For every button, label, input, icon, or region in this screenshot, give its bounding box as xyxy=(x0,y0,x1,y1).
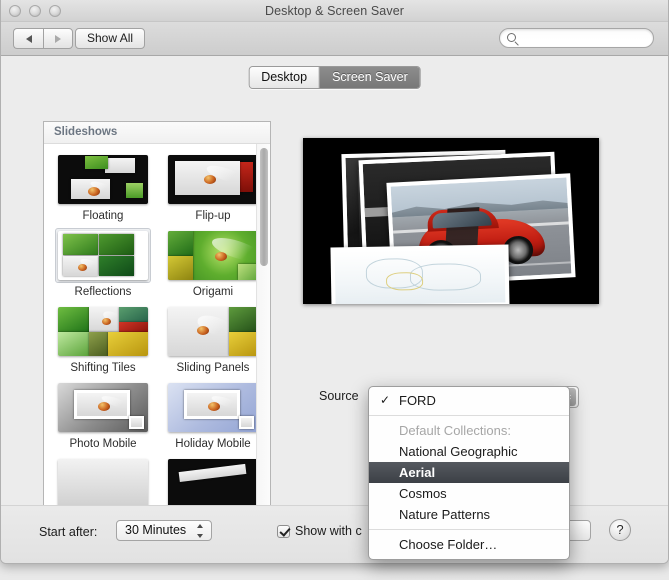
list-item-label: Shifting Tiles xyxy=(70,362,136,374)
window-titlebar[interactable]: Desktop & Screen Saver xyxy=(1,0,668,22)
holiday-mobile-thumbnail xyxy=(168,383,258,432)
list-item-partial-right[interactable] xyxy=(162,456,264,511)
tab-desktop[interactable]: Desktop xyxy=(249,67,321,88)
chevron-left-icon xyxy=(25,34,32,43)
forward-button[interactable] xyxy=(43,28,73,49)
show-with-clock-label: Show with c xyxy=(295,524,362,538)
list-item-label: Floating xyxy=(82,210,124,222)
menu-item-national-geographic[interactable]: National Geographic xyxy=(369,441,569,462)
start-after-value: 30 Minutes xyxy=(125,523,187,537)
floating-thumbnail xyxy=(58,155,148,204)
list-item-label: Origami xyxy=(192,286,234,298)
help-button[interactable]: ? xyxy=(609,519,631,541)
list-item-reflections[interactable]: Reflections xyxy=(52,228,154,298)
source-dropdown-menu[interactable]: ✓ FORD Default Collections: National Geo… xyxy=(368,386,570,560)
stepper-arrows-icon[interactable] xyxy=(197,524,204,538)
menu-header-default-collections: Default Collections: xyxy=(399,423,511,438)
list-item-partial-left[interactable] xyxy=(52,456,154,511)
chevron-right-icon xyxy=(55,34,61,43)
show-all-button[interactable]: Show All xyxy=(75,28,146,49)
show-with-clock-checkbox[interactable] xyxy=(277,524,290,538)
scrollbar-thumb[interactable] xyxy=(260,148,268,266)
flip-up-thumbnail xyxy=(168,155,258,204)
tab-screen-saver[interactable]: Screen Saver xyxy=(320,67,420,88)
list-item-label: Flip-up xyxy=(195,210,231,222)
window-toolbar: Show All xyxy=(1,22,668,56)
list-item-floating[interactable]: Floating xyxy=(52,152,154,222)
menu-separator xyxy=(369,415,569,416)
source-label: Source xyxy=(319,389,359,403)
menu-item-choose-folder[interactable]: Choose Folder… xyxy=(369,534,569,555)
screen-saver-grid: Floating Flip-up Reflections Origami Shi… xyxy=(44,144,270,511)
zoom-button[interactable] xyxy=(49,5,61,17)
menu-item-label: FORD xyxy=(399,393,436,408)
list-item-holiday-mobile[interactable]: Holiday Mobile xyxy=(162,380,264,450)
list-item-label: Photo Mobile xyxy=(69,438,137,450)
minimize-button[interactable] xyxy=(29,5,41,17)
shifting-tiles-thumbnail xyxy=(58,307,148,356)
close-button[interactable] xyxy=(9,5,21,17)
screen-saver-preview[interactable] xyxy=(303,138,599,304)
menu-separator xyxy=(369,529,569,530)
list-scrollbar[interactable] xyxy=(256,144,270,511)
list-item-sliding-panels[interactable]: Sliding Panels xyxy=(162,304,264,374)
menu-item-aerial[interactable]: Aerial xyxy=(369,462,569,483)
list-item-photo-mobile[interactable]: Photo Mobile xyxy=(52,380,154,450)
menu-item-nature-patterns[interactable]: Nature Patterns xyxy=(369,504,569,525)
list-item-shifting-tiles[interactable]: Shifting Tiles xyxy=(52,304,154,374)
show-with-clock-row[interactable]: Show with c xyxy=(277,524,362,538)
search-icon xyxy=(507,33,516,42)
list-item-label: Reflections xyxy=(74,286,132,298)
list-group-header: Slideshows xyxy=(44,122,270,144)
tab-bar: Desktop Screen Saver xyxy=(1,56,668,96)
window-controls xyxy=(9,5,61,17)
sliding-panels-thumbnail xyxy=(168,307,258,356)
list-item-flip-up[interactable]: Flip-up xyxy=(162,152,264,222)
origami-thumbnail xyxy=(168,231,258,280)
start-after-stepper[interactable]: 30 Minutes xyxy=(116,520,212,541)
back-button[interactable] xyxy=(13,28,43,49)
list-item-origami[interactable]: Origami xyxy=(162,228,264,298)
reflections-thumbnail xyxy=(58,231,148,280)
menu-item-cosmos[interactable]: Cosmos xyxy=(369,483,569,504)
menu-item-ford[interactable]: ✓ FORD xyxy=(369,390,569,411)
start-after-label: Start after: xyxy=(39,525,98,539)
search-input[interactable] xyxy=(499,28,654,48)
photo-mobile-thumbnail xyxy=(58,383,148,432)
preview-photo-bottom xyxy=(330,244,510,304)
screen-saver-list[interactable]: Slideshows Floating Flip-up Reflections … xyxy=(43,121,271,512)
list-item-label: Sliding Panels xyxy=(176,362,250,374)
navigation-buttons xyxy=(13,28,73,49)
list-item-label: Holiday Mobile xyxy=(175,438,251,450)
checkmark-icon: ✓ xyxy=(380,393,391,407)
window-title: Desktop & Screen Saver xyxy=(264,4,405,18)
